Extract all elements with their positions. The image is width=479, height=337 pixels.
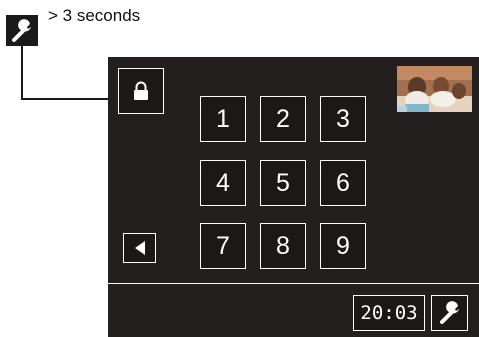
callout-caption: > 3 seconds bbox=[48, 6, 141, 25]
lock-icon bbox=[134, 81, 148, 100]
settings-button[interactable] bbox=[431, 295, 468, 331]
keypad-key-7[interactable]: 7 bbox=[200, 223, 246, 269]
family-photo-thumbnail bbox=[397, 66, 472, 112]
keypad-key-9[interactable]: 9 bbox=[320, 223, 366, 269]
door-station-panel: 1 2 3 4 5 6 7 8 9 20:03 bbox=[108, 57, 479, 337]
wrench-icon bbox=[439, 301, 459, 324]
keypad-key-6[interactable]: 6 bbox=[320, 160, 366, 206]
keypad-key-2[interactable]: 2 bbox=[260, 96, 306, 142]
keypad-key-5[interactable]: 5 bbox=[260, 160, 306, 206]
keypad-key-4[interactable]: 4 bbox=[200, 160, 246, 206]
callout-line-vertical bbox=[21, 46, 23, 100]
callout-line-horizontal bbox=[21, 98, 108, 100]
wrench-icon-glyph bbox=[12, 18, 31, 42]
wrench-icon bbox=[6, 15, 38, 46]
keypad-key-3[interactable]: 3 bbox=[320, 96, 366, 142]
camera-thumbnail[interactable] bbox=[397, 66, 472, 112]
back-arrow-icon bbox=[134, 241, 145, 255]
lock-button[interactable] bbox=[118, 68, 164, 114]
keypad-key-8[interactable]: 8 bbox=[260, 223, 306, 269]
clock-display: 20:03 bbox=[353, 295, 425, 331]
keypad-key-1[interactable]: 1 bbox=[200, 96, 246, 142]
back-button[interactable] bbox=[123, 233, 156, 263]
